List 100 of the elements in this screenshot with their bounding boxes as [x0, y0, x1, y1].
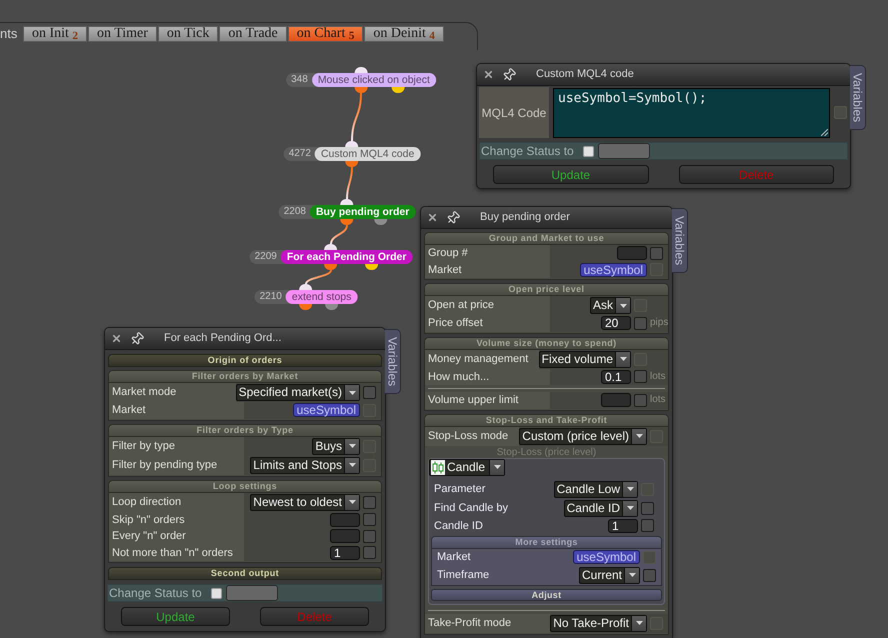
input-field[interactable]: 1 [330, 546, 360, 560]
event-tab[interactable]: on Tick [158, 26, 218, 42]
caret-icon [628, 573, 636, 577]
node-title[interactable]: Buy pending order [310, 205, 416, 219]
status-field[interactable] [598, 143, 650, 159]
connector-line [351, 92, 362, 142]
close-icon[interactable] [111, 333, 122, 344]
input-port-icon[interactable] [324, 244, 338, 250]
unit-label: pips [650, 317, 668, 330]
close-icon[interactable] [483, 69, 494, 80]
checkbox[interactable] [641, 519, 654, 532]
checkbox[interactable] [643, 568, 656, 582]
field-label: Every "n" order [109, 528, 244, 544]
dropdown[interactable]: Candle [429, 458, 505, 476]
checkbox[interactable] [363, 530, 376, 543]
caret-icon [620, 357, 626, 361]
field-label: Market [436, 550, 471, 565]
checkbox[interactable] [211, 588, 222, 598]
checkbox[interactable] [634, 394, 647, 407]
input-field[interactable]: 20 [601, 316, 631, 330]
field-label: Price offset [425, 315, 550, 332]
input-field[interactable] [330, 529, 360, 544]
input-port-icon[interactable] [354, 67, 368, 73]
field-label: Group # [425, 245, 550, 262]
status-field[interactable] [226, 585, 278, 601]
field-label: How much... [425, 368, 550, 385]
input-port-icon[interactable] [346, 141, 358, 147]
checkbox[interactable] [634, 316, 647, 330]
variables-tab[interactable]: Variables [850, 65, 866, 130]
input-field[interactable]: 1 [608, 518, 638, 533]
output-port-icon[interactable] [354, 87, 368, 93]
variables-tab[interactable]: Variables [385, 329, 401, 394]
node-title[interactable]: extend stops [286, 290, 358, 304]
field-label: Not more than "n" orders [109, 544, 244, 561]
resize-grip-icon[interactable] [821, 128, 828, 136]
caret-icon [636, 621, 642, 625]
caret-icon [636, 434, 642, 438]
output-port-icon[interactable] [392, 87, 405, 93]
node-title[interactable]: For each Pending Order [280, 250, 412, 264]
caret-icon [348, 390, 356, 394]
event-tab[interactable]: on Init $_{2}$ [23, 26, 87, 42]
unit-label: lots [650, 394, 667, 406]
section-heading: Origin of orders [108, 354, 382, 367]
input-field[interactable] [330, 512, 360, 527]
update-button[interactable]: Update [121, 607, 230, 626]
event-tab[interactable]: on Deinit $_{4}$ [364, 26, 444, 42]
checkbox[interactable] [363, 546, 376, 560]
node-title[interactable]: Mouse clicked on object [312, 73, 436, 87]
input-field[interactable] [601, 393, 631, 408]
output-port-icon[interactable] [324, 264, 338, 270]
event-tab[interactable]: on Trade [219, 26, 287, 42]
caret-icon [626, 506, 634, 510]
status-label: Change Status to [108, 586, 203, 600]
connector-line [305, 270, 332, 284]
field-label: Stop-Loss mode [425, 426, 520, 446]
field-label: Take-Profit mode [425, 614, 550, 632]
dropdown[interactable]: Candle ID [564, 500, 638, 516]
output-port-icon[interactable] [300, 304, 312, 310]
status-label: Change Status to [480, 144, 575, 158]
field-label: Market mode [109, 383, 236, 402]
checkbox[interactable] [634, 370, 647, 384]
checkbox[interactable] [583, 146, 594, 156]
window-title: Custom MQL4 code [536, 68, 634, 81]
checkbox[interactable] [650, 246, 663, 260]
candlestick-icon [431, 460, 445, 474]
output-port-icon[interactable] [365, 264, 378, 270]
field-label: Market [425, 262, 550, 278]
event-tab[interactable]: on Chart $_{5}$ [288, 26, 364, 42]
adjust-button[interactable]: Adjust [431, 588, 662, 600]
caret-icon [348, 500, 356, 504]
section-heading: Second output [108, 567, 382, 580]
section-title: More settings [432, 537, 661, 549]
field-label: Find Candle by [433, 500, 508, 516]
event-tab[interactable]: on Timer [88, 26, 157, 42]
dropdown[interactable]: Specified market(s) [236, 384, 360, 401]
field-label: Loop direction [109, 492, 244, 512]
output-port-icon[interactable] [325, 304, 338, 310]
output-port-icon[interactable] [346, 161, 358, 167]
caret-icon [626, 487, 634, 491]
checkbox[interactable] [363, 386, 376, 399]
checkbox[interactable] [363, 513, 376, 526]
section-title: Loop settings [109, 480, 381, 492]
update-button[interactable]: Update [493, 165, 648, 184]
dropdown[interactable]: Current [578, 566, 640, 584]
checkbox[interactable] [363, 496, 376, 508]
input-port-icon[interactable] [340, 199, 354, 205]
input-port-icon[interactable] [300, 284, 312, 290]
variables-tab[interactable]: Variables [672, 208, 688, 273]
input-field[interactable] [617, 246, 647, 260]
window-title: For each Pending Ord... [164, 332, 282, 345]
field-label: Filter by type [109, 436, 244, 456]
input-field[interactable]: 0.1 [601, 370, 631, 384]
field-label: Money management [425, 350, 539, 368]
node-title[interactable]: Custom MQL4 code [314, 147, 420, 161]
dropdown[interactable]: Newest to oldest [250, 494, 360, 510]
checkbox[interactable] [641, 502, 654, 514]
output-port-icon[interactable] [340, 219, 354, 225]
field-label: Candle ID [433, 518, 483, 534]
output-port-icon[interactable] [374, 219, 388, 225]
close-icon[interactable] [427, 212, 438, 223]
